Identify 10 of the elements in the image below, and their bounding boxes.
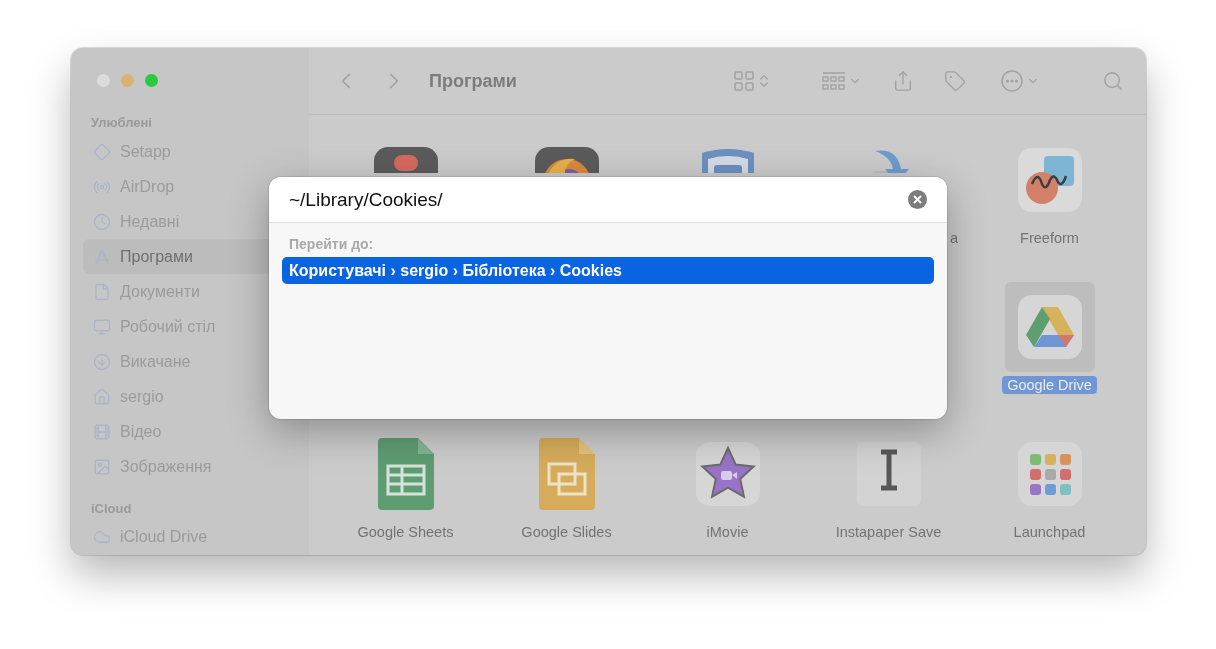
app-label: Google Drive xyxy=(1002,376,1097,394)
window-title: Програми xyxy=(429,70,518,92)
app-label: a xyxy=(948,229,959,247)
sidebar-item-label: Програми xyxy=(120,247,193,266)
app-label: Instapaper Save xyxy=(834,523,943,541)
app-label: Launchpad xyxy=(1012,523,1087,541)
app-label: iMovie xyxy=(705,523,750,541)
app-label: Google Sheets xyxy=(356,523,455,541)
app-label: Freeform xyxy=(1019,229,1080,247)
app-label: Google Slides xyxy=(520,523,613,541)
